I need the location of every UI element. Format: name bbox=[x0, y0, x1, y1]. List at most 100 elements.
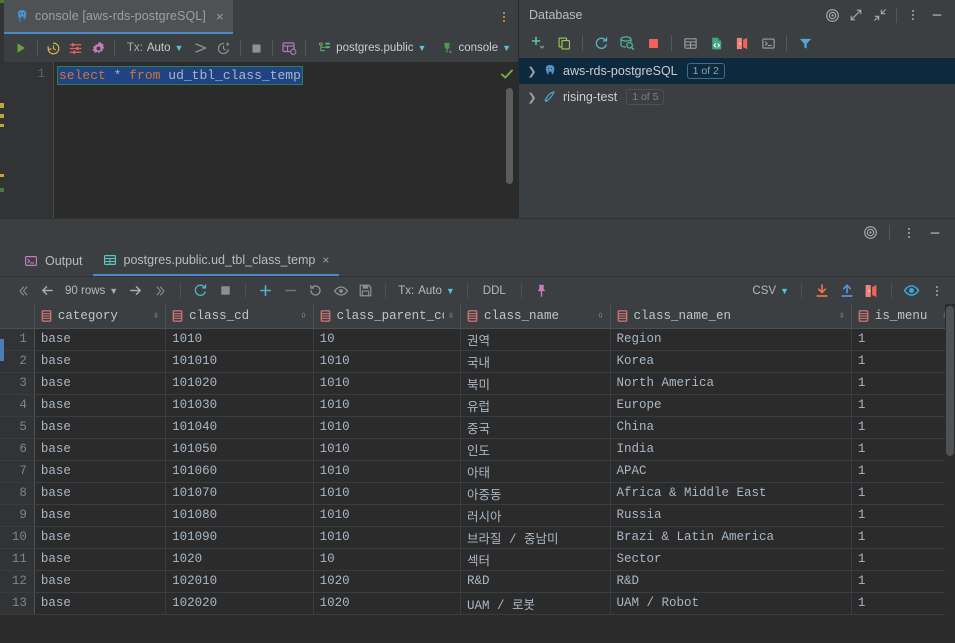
minimize-icon[interactable] bbox=[925, 4, 949, 26]
green-check-icon[interactable] bbox=[499, 66, 515, 82]
more-vertical-icon[interactable] bbox=[897, 222, 921, 244]
sort-arrows-icon[interactable]: ⇳ bbox=[448, 310, 454, 322]
cell-is-menu[interactable]: 1 bbox=[851, 416, 955, 439]
cell-class-parent-cd[interactable]: 10 bbox=[313, 548, 462, 571]
cell-class-name[interactable]: 아중동 bbox=[460, 482, 611, 505]
cell-class-name[interactable]: 러시아 bbox=[460, 504, 611, 527]
cell-class-name[interactable]: 인도 bbox=[460, 438, 611, 461]
cell-class-parent-cd[interactable]: 1020 bbox=[313, 570, 462, 593]
prev-page-icon[interactable] bbox=[35, 279, 60, 303]
sort-arrows-icon[interactable]: ⇳ bbox=[839, 310, 845, 322]
save-icon[interactable] bbox=[353, 279, 378, 303]
table-row[interactable]: 10 base 101090 1010 브라질 / 중남미 Brazi & Latin A… bbox=[0, 526, 955, 549]
history-icon[interactable] bbox=[43, 36, 65, 60]
cell-class-parent-cd[interactable]: 1010 bbox=[313, 504, 462, 527]
column-header-category[interactable]: category ⇳ bbox=[34, 304, 167, 329]
cell-is-menu[interactable]: 1 bbox=[851, 548, 955, 571]
eye-icon[interactable] bbox=[328, 279, 353, 303]
cell-category[interactable]: base bbox=[34, 504, 167, 527]
cell-class-parent-cd[interactable]: 1010 bbox=[313, 460, 462, 483]
upload-icon[interactable] bbox=[834, 279, 859, 303]
cell-class-cd[interactable]: 101020 bbox=[165, 372, 314, 395]
sort-arrows-icon[interactable]: ⇳ bbox=[153, 310, 159, 322]
table-row[interactable]: 8 base 101070 1010 아중동 Africa & Middle East 1 bbox=[0, 482, 955, 505]
cell-class-name[interactable]: UAM / 로봇 bbox=[460, 592, 611, 615]
open-external-icon[interactable] bbox=[859, 279, 884, 303]
tree-item-rising-test[interactable]: ❯ rising-test 1 of 5 bbox=[519, 84, 955, 110]
cell-is-menu[interactable]: 1 bbox=[851, 372, 955, 395]
cell-class-parent-cd[interactable]: 1010 bbox=[313, 438, 462, 461]
stop-icon[interactable] bbox=[213, 279, 238, 303]
sort-arrows-icon[interactable]: ⇳ bbox=[301, 310, 307, 322]
stop-red-icon[interactable] bbox=[640, 31, 666, 55]
rollback-icon[interactable] bbox=[213, 36, 235, 60]
export-format-combo[interactable]: CSV ▼ bbox=[747, 285, 794, 297]
cell-class-name-en[interactable]: Region bbox=[610, 328, 852, 351]
revert-icon[interactable] bbox=[303, 279, 328, 303]
cell-is-menu[interactable]: 1 bbox=[851, 438, 955, 461]
cell-class-name[interactable]: 브라질 / 중남미 bbox=[460, 526, 611, 549]
cell-class-name-en[interactable]: Africa & Middle East bbox=[610, 482, 852, 505]
close-icon[interactable]: × bbox=[216, 10, 224, 23]
cell-class-name-en[interactable]: Russia bbox=[610, 504, 852, 527]
eye-blue-icon[interactable] bbox=[899, 279, 924, 303]
cell-category[interactable]: base bbox=[34, 482, 167, 505]
tree-item-aws-rds-postgresql[interactable]: ❯ aws-rds-postgreSQL 1 of 2 bbox=[519, 58, 955, 84]
cell-class-parent-cd[interactable]: 1010 bbox=[313, 372, 462, 395]
cell-class-parent-cd[interactable]: 1020 bbox=[313, 592, 462, 615]
cell-is-menu[interactable]: 1 bbox=[851, 394, 955, 417]
panel-splitter-bar[interactable] bbox=[0, 218, 955, 246]
table-row[interactable]: 13 base 102020 1020 UAM / 로봇 UAM / Robot 1 bbox=[0, 592, 955, 615]
cell-class-name-en[interactable]: R&D bbox=[610, 570, 852, 593]
cell-class-cd[interactable]: 101030 bbox=[165, 394, 314, 417]
cell-is-menu[interactable]: 1 bbox=[851, 504, 955, 527]
cell-class-name-en[interactable]: North America bbox=[610, 372, 852, 395]
refresh-icon[interactable] bbox=[588, 31, 614, 55]
filter-icon[interactable] bbox=[792, 31, 818, 55]
add-plus-icon[interactable] bbox=[525, 31, 551, 55]
cell-class-name-en[interactable]: Korea bbox=[610, 350, 852, 373]
cell-is-menu[interactable]: 1 bbox=[851, 526, 955, 549]
sliders-icon[interactable] bbox=[65, 36, 87, 60]
cell-class-name[interactable]: 국내 bbox=[460, 350, 611, 373]
cell-class-name[interactable]: 유럽 bbox=[460, 394, 611, 417]
cell-class-cd[interactable]: 1010 bbox=[165, 328, 314, 351]
cell-is-menu[interactable]: 1 bbox=[851, 350, 955, 373]
more-vertical-icon[interactable] bbox=[924, 279, 949, 303]
sql-code-text[interactable]: select * from ud_tbl_class_temp bbox=[54, 62, 518, 218]
cell-is-menu[interactable]: 1 bbox=[851, 460, 955, 483]
table-row[interactable]: 1 base 1010 10 권역 Region 1 bbox=[0, 328, 955, 351]
code-editor-area[interactable]: 1 select * from ud_tbl_class_temp bbox=[4, 62, 518, 218]
first-page-icon[interactable] bbox=[10, 279, 35, 303]
cell-category[interactable]: base bbox=[34, 526, 167, 549]
grid-scroll-thumb[interactable] bbox=[946, 306, 954, 456]
column-header-is-menu[interactable]: is_menu ⇳ bbox=[851, 304, 955, 329]
cell-class-cd[interactable]: 102020 bbox=[165, 592, 314, 615]
cell-class-name-en[interactable]: Europe bbox=[610, 394, 852, 417]
table-icon[interactable] bbox=[677, 31, 703, 55]
cell-category[interactable]: base bbox=[34, 438, 167, 461]
last-page-icon[interactable] bbox=[148, 279, 173, 303]
find-db-icon[interactable] bbox=[614, 31, 640, 55]
cell-class-name-en[interactable]: India bbox=[610, 438, 852, 461]
tx-mode-combo[interactable]: Tx: Auto ▼ bbox=[120, 36, 191, 60]
cell-class-cd[interactable]: 102010 bbox=[165, 570, 314, 593]
download-icon[interactable] bbox=[809, 279, 834, 303]
cell-class-name-en[interactable]: Brazi & Latin America bbox=[610, 526, 852, 549]
import-icon[interactable] bbox=[729, 31, 755, 55]
cell-category[interactable]: base bbox=[34, 592, 167, 615]
cell-category[interactable]: base bbox=[34, 570, 167, 593]
cell-class-cd[interactable]: 101080 bbox=[165, 504, 314, 527]
cell-class-name-en[interactable]: China bbox=[610, 416, 852, 439]
minus-icon[interactable] bbox=[278, 279, 303, 303]
table-row[interactable]: 3 base 101020 1010 북미 North America 1 bbox=[0, 372, 955, 395]
results-tx-combo[interactable]: Tx: Auto ▼ bbox=[393, 285, 460, 297]
cell-class-cd[interactable]: 101010 bbox=[165, 350, 314, 373]
editor-vertical-scrollbar[interactable] bbox=[506, 88, 513, 184]
close-icon[interactable]: × bbox=[322, 253, 329, 267]
cell-is-menu[interactable]: 1 bbox=[851, 482, 955, 505]
expand-icon[interactable] bbox=[844, 4, 868, 26]
results-grid[interactable]: category ⇳ class_cd ⇳ class_parent_cd ⇳ bbox=[0, 304, 955, 643]
target-icon[interactable] bbox=[820, 4, 844, 26]
cell-class-cd[interactable]: 101050 bbox=[165, 438, 314, 461]
